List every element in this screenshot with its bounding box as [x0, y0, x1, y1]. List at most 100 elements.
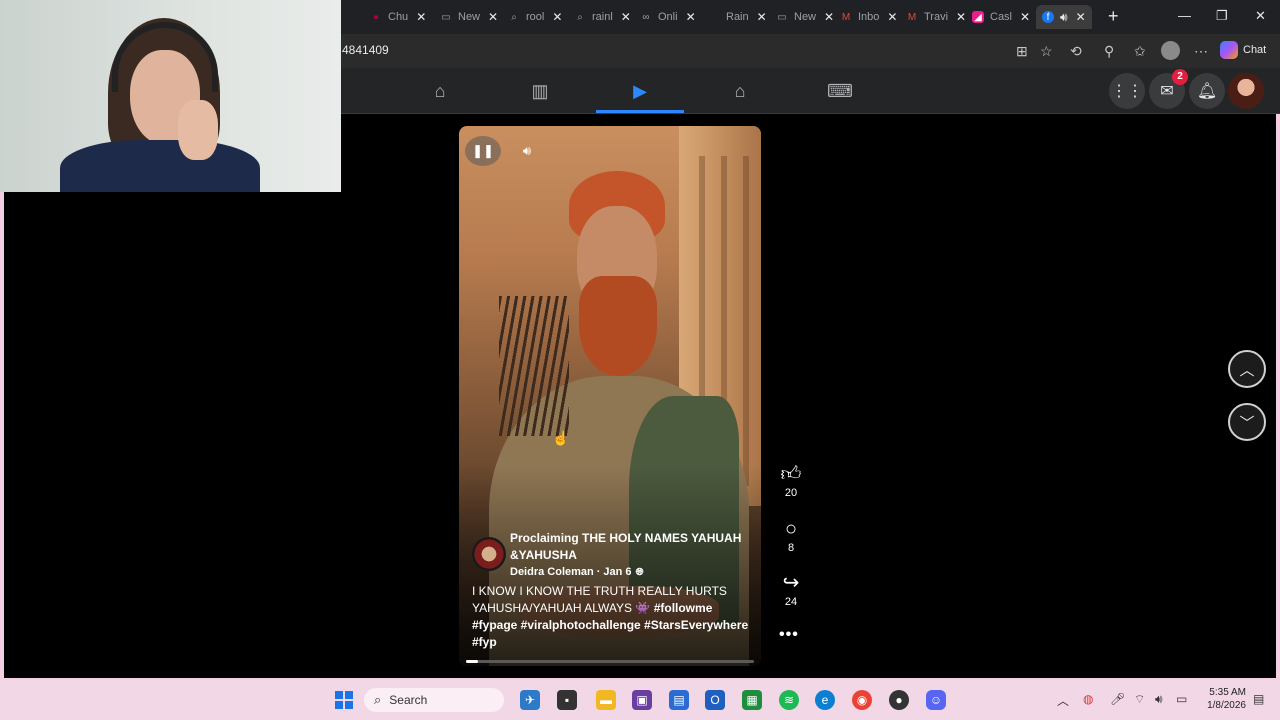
account-avatar[interactable]	[1228, 73, 1264, 109]
gaming-icon[interactable]: ⌨	[827, 80, 853, 102]
edge-icon[interactable]: e	[815, 690, 835, 710]
weather-app-icon[interactable]: ✈	[520, 690, 540, 710]
spotify-icon[interactable]: ≋	[779, 690, 799, 710]
app-green-icon[interactable]: ▦	[742, 690, 762, 710]
close-icon[interactable]: ✕	[1020, 10, 1030, 24]
search-icon: ⌕	[374, 692, 382, 707]
favorites-icon[interactable]: ✩	[1134, 43, 1146, 60]
more-options-icon[interactable]: •••	[779, 626, 799, 644]
close-icon[interactable]: ✕	[686, 10, 696, 24]
caption-emoji: 👾	[635, 601, 651, 615]
app-icon: ◢	[972, 11, 984, 23]
messenger-badge: 2	[1172, 69, 1188, 85]
close-icon[interactable]: ✕	[488, 10, 498, 24]
outlook-icon[interactable]: O	[705, 690, 725, 710]
battery-icon[interactable]: ▭	[1176, 692, 1187, 706]
video-progress-bar[interactable]	[466, 660, 754, 663]
app-install-icon[interactable]: ⊞	[1016, 43, 1028, 60]
chrome-icon[interactable]: ◉	[852, 690, 872, 710]
copilot-chat-button[interactable]: Chat	[1220, 40, 1266, 60]
windows-start-icon[interactable]	[335, 691, 353, 709]
volume-icon[interactable]: 🔊︎	[509, 136, 545, 166]
volume-tray-icon[interactable]: 🔊︎	[1155, 692, 1163, 707]
microphone-icon[interactable]: 🎤︎	[1110, 692, 1125, 706]
share-count: 24	[784, 596, 798, 608]
menu-grid-icon[interactable]: ⋮⋮	[1109, 73, 1145, 109]
close-icon[interactable]: ✕	[1076, 10, 1086, 24]
like-button[interactable]: 👍︎ 20	[775, 463, 807, 499]
speaker-icon[interactable]: 🔊︎	[1060, 10, 1068, 25]
gmail-icon: M	[841, 11, 851, 23]
search-tab-icon: ⌕	[577, 11, 583, 23]
tab-label: Casl	[990, 11, 1013, 23]
wifi-icon[interactable]: ⌔	[1134, 692, 1145, 707]
close-icon[interactable]: ✕	[757, 10, 767, 24]
tab-facebook-active[interactable]: f 🔊︎ ✕	[1036, 5, 1092, 29]
browser-essentials-icon[interactable]: ⚲	[1104, 43, 1114, 60]
comment-count: 8	[787, 542, 795, 554]
notification-icon[interactable]: ▤	[1253, 692, 1264, 706]
tab-item[interactable]: ◢ Casl ✕	[972, 5, 1030, 29]
share-button[interactable]: ↪ 24	[775, 572, 807, 608]
new-tab-button[interactable]: +	[1108, 6, 1119, 27]
tab-item[interactable]: ∞ Onli ✕	[640, 5, 696, 29]
tab-item[interactable]: Rain ✕	[708, 5, 767, 29]
gmail-icon: M	[907, 11, 917, 23]
close-icon[interactable]: ✕	[887, 10, 897, 24]
close-icon[interactable]: ✕	[621, 10, 631, 24]
progress-fill	[466, 660, 478, 663]
close-icon[interactable]: ✕	[416, 10, 426, 24]
close-icon[interactable]: ✕	[824, 10, 834, 24]
comment-button[interactable]: ○ 8	[775, 518, 807, 554]
hand-cursor-icon: ☝	[552, 430, 570, 446]
clock[interactable]: 5:35 AM 1/8/2026	[1200, 686, 1246, 712]
taskbar-search[interactable]: ⌕ Search	[364, 688, 504, 712]
tab-item[interactable]: ⌕ rainl ✕	[574, 5, 631, 29]
tab-item[interactable]: ● Chu ✕	[370, 5, 426, 29]
maximize-button[interactable]: ❐	[1216, 8, 1228, 24]
task-view-icon[interactable]: ▪	[557, 690, 577, 710]
discord-icon[interactable]: ☺	[926, 690, 946, 710]
close-icon[interactable]: ✕	[956, 10, 966, 24]
more-menu-icon[interactable]: ⋯	[1194, 43, 1208, 60]
tab-item[interactable]: ▭ New ✕	[440, 5, 498, 29]
tab-item[interactable]: ▭ New ✕	[776, 5, 834, 29]
tab-label: New	[458, 11, 481, 23]
favorite-star-icon[interactable]: ☆	[1040, 43, 1053, 60]
app-icon[interactable]: ▣	[632, 690, 652, 710]
antivirus-icon[interactable]: ◍	[1083, 692, 1093, 706]
close-window-button[interactable]: ✕	[1255, 8, 1266, 24]
browser-profile-avatar[interactable]	[1161, 41, 1180, 60]
store-icon[interactable]: ▤	[669, 690, 689, 710]
file-explorer-icon[interactable]: ▬	[596, 690, 616, 710]
close-icon[interactable]: ✕	[552, 10, 562, 24]
search-tab-icon: ⌕	[511, 11, 517, 23]
clock-date: 1/8/2026	[1207, 700, 1246, 711]
home-icon[interactable]: ⌂	[428, 80, 452, 102]
minimize-button[interactable]: —	[1178, 8, 1191, 23]
tab-label: Chu	[388, 11, 409, 23]
tab-item[interactable]: M Travi ✕	[906, 5, 966, 29]
clock-time: 5:35 AM	[1209, 687, 1246, 698]
reel-title[interactable]: Proclaiming THE HOLY NAMES YAHUAH &YAHUS…	[510, 530, 750, 564]
marketplace-icon[interactable]: ⌂	[728, 80, 752, 102]
author-name[interactable]: Deidra Coleman	[510, 566, 594, 578]
border-edge	[1276, 114, 1280, 678]
extensions-icon[interactable]: ⟲	[1070, 43, 1082, 60]
tab-item[interactable]: M Inbo ✕	[840, 5, 898, 29]
bell-icon[interactable]: 🔔︎	[1189, 73, 1225, 109]
next-reel-button[interactable]: ﹀	[1228, 403, 1266, 441]
post-date[interactable]: Jan 6	[603, 566, 631, 578]
previous-reel-button[interactable]: ︿	[1228, 350, 1266, 388]
screen: ● Chu ✕ ▭ New ✕ ⌕ rool ✕ ⌕ rainl ✕ ∞ Onl…	[0, 0, 1280, 720]
reel-meta: Deidra Coleman · Jan 6 🌐︎	[510, 566, 644, 578]
video-icon[interactable]: ▶	[628, 80, 652, 102]
chevron-up-icon[interactable]: ︿	[1057, 692, 1069, 709]
pause-icon[interactable]: ❚❚	[465, 136, 501, 166]
url-text[interactable]: 4841409	[342, 43, 389, 57]
share-icon: ↪	[782, 572, 800, 594]
avatar[interactable]	[472, 537, 506, 571]
tab-item[interactable]: ⌕ rool ✕	[508, 5, 562, 29]
app-dark-icon[interactable]: ●	[889, 690, 909, 710]
dashboard-icon[interactable]: ▥	[528, 80, 552, 102]
